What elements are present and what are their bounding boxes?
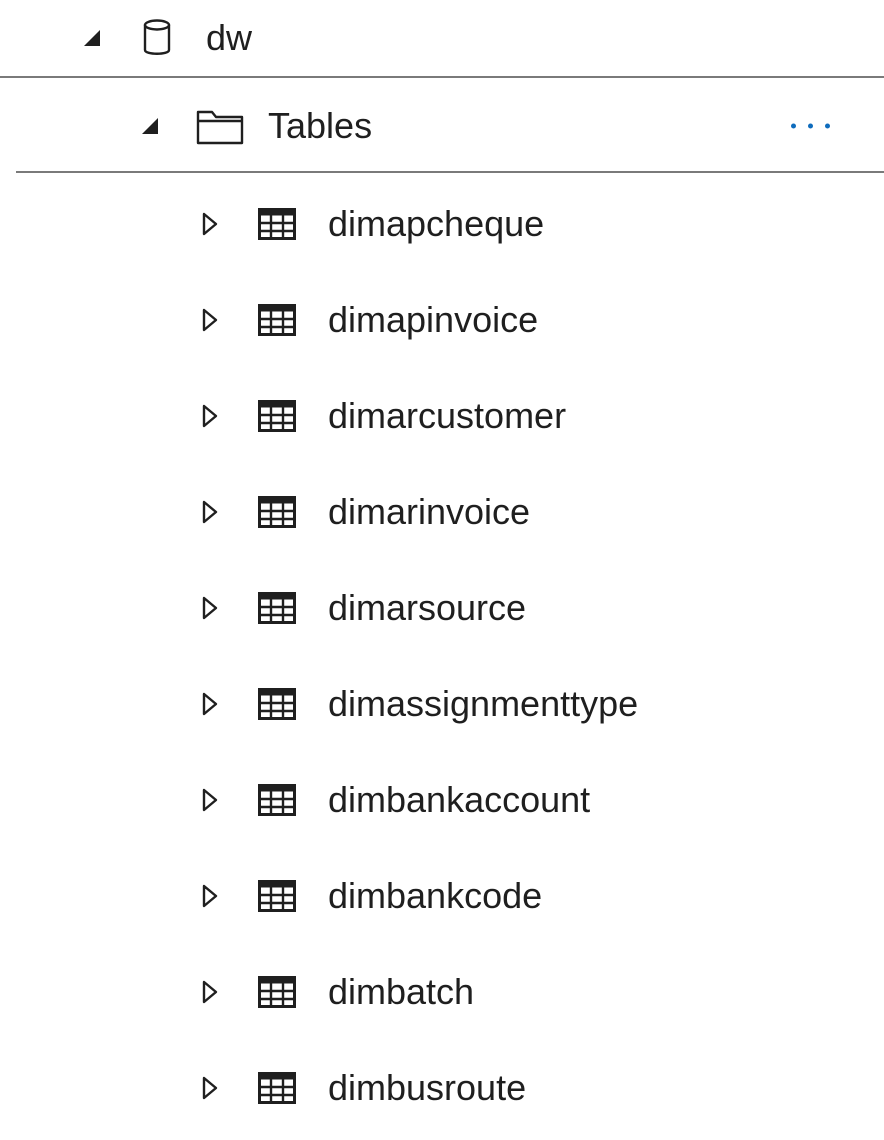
table-label: dimbusroute [328,1067,527,1108]
caret-collapsed-icon[interactable] [196,402,224,430]
caret-collapsed-icon[interactable] [196,786,224,814]
table-label: dimassignmenttype [328,683,639,724]
folder-label: Tables [268,104,373,146]
caret-collapsed-icon[interactable] [196,690,224,718]
table-label: dimarinvoice [328,491,531,532]
table-label: dimbatch [328,971,475,1012]
caret-collapsed-icon[interactable] [196,210,224,238]
tree-node-table[interactable]: dimarsource [0,560,884,656]
tree-node-table[interactable]: dimapinvoice [0,272,884,368]
table-icon [258,496,296,528]
tree-node-table[interactable]: dimarcustomer [0,368,884,464]
tree-node-table[interactable]: dimbusroute [0,1040,884,1136]
more-options-icon[interactable] [791,123,830,128]
object-explorer-tree: dw Tables dimapcheque dimapinvoice dimarcu… [0,0,884,1140]
tree-node-database[interactable]: dw [0,0,884,78]
table-label: dimbankaccount [328,779,591,820]
tree-node-table[interactable]: dimbatch [0,944,884,1040]
table-icon [258,880,296,912]
table-label: dimarsource [328,587,527,628]
tree-node-table[interactable]: dimbankcode [0,848,884,944]
caret-collapsed-icon[interactable] [196,882,224,910]
table-label: dimapcheque [328,203,545,244]
caret-collapsed-icon[interactable] [196,306,224,334]
table-icon [258,208,296,240]
database-label: dw [206,17,253,58]
tree-node-tables-folder[interactable]: Tables [16,80,884,173]
table-icon [258,976,296,1008]
database-icon [142,19,172,57]
table-label: dimapinvoice [328,299,539,340]
table-icon [258,1072,296,1104]
table-label: dimarcustomer [328,395,567,436]
caret-expanded-icon[interactable] [136,112,164,140]
table-icon [258,784,296,816]
caret-collapsed-icon[interactable] [196,1074,224,1102]
table-icon [258,688,296,720]
tree-node-table[interactable]: dimarinvoice [0,464,884,560]
folder-icon [196,107,244,145]
table-icon [258,400,296,432]
table-icon [258,304,296,336]
tree-node-table[interactable]: dimassignmenttype [0,656,884,752]
caret-collapsed-icon[interactable] [196,594,224,622]
caret-expanded-icon[interactable] [78,24,106,52]
tree-node-table[interactable]: dimbankaccount [0,752,884,848]
tree-node-table[interactable]: dimapcheque [0,176,884,272]
caret-collapsed-icon[interactable] [196,978,224,1006]
table-icon [258,592,296,624]
caret-collapsed-icon[interactable] [196,498,224,526]
table-label: dimbankcode [328,875,543,916]
